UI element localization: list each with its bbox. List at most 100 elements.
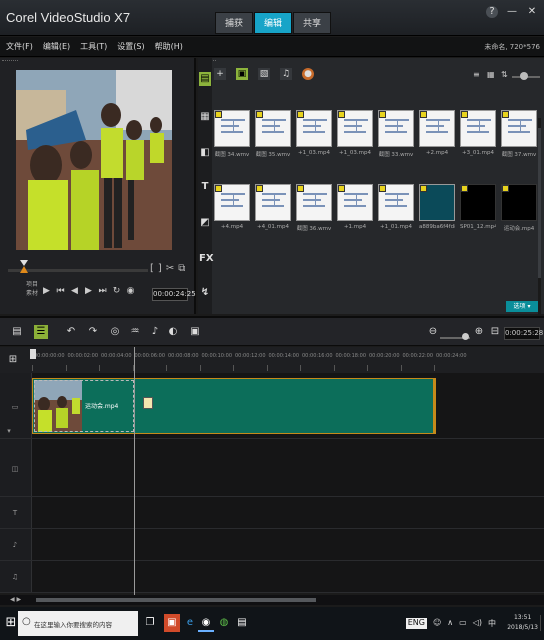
instant-project-icon[interactable]: ▦ — [199, 110, 211, 124]
close-button[interactable]: ✕ — [526, 6, 538, 18]
volume-icon[interactable]: ◉ — [126, 286, 135, 297]
app-office-icon[interactable]: ▣ — [164, 614, 180, 632]
volume-tray-icon[interactable]: ◁) — [473, 618, 482, 629]
music-track[interactable]: ♫ — [0, 561, 544, 593]
media-thumbnail[interactable]: SP01_12.mp4 — [460, 184, 496, 230]
zoom-in-icon[interactable]: ⊕ — [472, 325, 486, 339]
media-thumbnail[interactable]: +1_03.mp4 — [296, 110, 332, 156]
panel-grip[interactable] — [2, 60, 18, 62]
voice-track[interactable]: ♪ — [0, 529, 544, 561]
media-thumbnail[interactable]: +1.mp4 — [337, 184, 373, 230]
tab-share[interactable]: 共享 — [293, 12, 331, 34]
timeline-scroll-arrows[interactable]: ◀ ▶ — [10, 596, 21, 603]
windows-start-icon[interactable]: ⊞ — [4, 616, 18, 630]
voice-track-icon[interactable]: ♪ — [8, 539, 22, 551]
add-folder-icon[interactable]: + — [214, 68, 226, 80]
taskbar-search-input[interactable]: ○ 在这里输入你要搜索的内容 — [18, 611, 138, 636]
media-thumbnail[interactable]: 截图 33.wmv — [378, 110, 414, 158]
media-thumbnail[interactable]: 运动会.mp4 — [501, 184, 537, 232]
repeat-icon[interactable]: ↻ — [112, 286, 121, 297]
minimize-button[interactable]: — — [506, 6, 518, 18]
filter-fx-icon[interactable]: FX — [199, 252, 214, 266]
show-desktop-button[interactable] — [540, 615, 544, 631]
media-thumbnail[interactable]: +1_03.mp4 — [337, 110, 373, 156]
fit-project-icon[interactable]: ⊟ — [488, 325, 502, 339]
overlay-track[interactable]: ◫ — [0, 439, 544, 497]
language-indicator[interactable]: ENG — [405, 618, 427, 629]
graphic-icon[interactable]: ◩ — [199, 216, 211, 230]
media-thumbnail[interactable]: 截图 36.wmv — [296, 184, 332, 232]
media-thumbnail[interactable]: a889ba6f4fd8c9 — [419, 184, 455, 230]
overlay-track-icon[interactable]: ◫ — [8, 463, 22, 475]
show-photo-icon[interactable]: ▧ — [258, 68, 270, 80]
tab-capture[interactable]: 捕获 — [215, 12, 253, 34]
video-clip[interactable]: 运动会.mp4 — [32, 378, 436, 434]
to-start-icon[interactable]: ⏮ — [56, 286, 65, 297]
options-button[interactable]: 选项 ▾ — [506, 301, 538, 312]
help-icon[interactable]: ? — [486, 6, 498, 18]
undo-icon[interactable]: ↶ — [64, 325, 78, 339]
motion-track-icon[interactable]: ◐ — [166, 325, 180, 339]
scrubber-handle-icon[interactable] — [19, 260, 29, 274]
timeline-view-icon[interactable]: ☰ — [34, 325, 48, 339]
ime-icon[interactable]: 中 — [488, 618, 496, 629]
library-scrollbar[interactable] — [538, 118, 541, 318]
media-thumbnail[interactable]: +1_01.mp4 — [378, 184, 414, 230]
list-view-icon[interactable]: ≡ — [473, 70, 482, 79]
menu-help[interactable]: 帮助(H) — [155, 41, 183, 52]
redo-icon[interactable]: ↷ — [86, 325, 100, 339]
scrubber-track[interactable] — [8, 269, 148, 272]
thumbnail-size-slider[interactable] — [512, 72, 540, 80]
edge-browser-icon[interactable]: e — [182, 614, 198, 632]
media-thumbnail[interactable]: +3_01.mp4 — [460, 110, 496, 156]
media-thumbnail[interactable]: 截图 35.wmv — [255, 110, 291, 158]
play-icon[interactable]: ▶ — [42, 286, 51, 297]
zoom-slider[interactable] — [440, 333, 470, 340]
transition-icon[interactable]: ◧ — [199, 146, 211, 160]
timeline-scroll-thumb[interactable] — [36, 598, 316, 602]
sort-icon[interactable]: ⇅ — [501, 70, 510, 79]
network-icon[interactable]: ▭ — [459, 618, 467, 629]
app-player-icon[interactable]: ▤ — [234, 614, 250, 632]
enlarge-icon[interactable]: ⧉ — [178, 263, 185, 274]
show-video-icon[interactable]: ▣ — [236, 68, 248, 80]
media-thumbnail[interactable]: +2.mp4 — [419, 110, 455, 156]
zoom-out-icon[interactable]: ⊖ — [426, 325, 440, 339]
music-track-icon[interactable]: ♫ — [8, 571, 22, 583]
media-icon[interactable]: ▤ — [199, 72, 211, 86]
menu-edit[interactable]: 编辑(E) — [43, 41, 70, 52]
preview-window[interactable] — [16, 70, 172, 250]
playhead-line[interactable] — [134, 347, 135, 603]
title-track[interactable]: T — [0, 497, 544, 529]
media-thumbnail[interactable]: 截图 34.wmv — [214, 110, 250, 158]
videostudio-taskbar-icon[interactable]: ◉ — [198, 614, 214, 632]
prev-frame-icon[interactable]: ◀ — [70, 286, 79, 297]
title-icon[interactable]: T — [199, 180, 211, 194]
mark-out-icon[interactable]: ] — [158, 263, 162, 274]
sound-mixer-icon[interactable]: ♒ — [128, 325, 142, 339]
split-icon[interactable]: ✂ — [166, 263, 174, 274]
browse-icon[interactable]: ● — [302, 68, 314, 80]
playhead-handle[interactable] — [30, 349, 36, 359]
task-view-icon[interactable]: ❐ — [142, 614, 158, 632]
person-icon[interactable]: ☺ — [433, 618, 441, 629]
video-track-icon[interactable]: ▭ — [8, 401, 22, 413]
auto-music-icon[interactable]: ♪ — [148, 325, 162, 339]
to-end-icon[interactable]: ⏭ — [98, 286, 107, 297]
next-frame-icon[interactable]: ▶ — [84, 286, 93, 297]
show-audio-icon[interactable]: ♫ — [280, 68, 292, 80]
timeline-ruler[interactable]: ⊞ 00:00:00:00 00:00:02:00 00:00:04:00 00:00… — [0, 347, 544, 373]
menu-settings[interactable]: 设置(S) — [117, 41, 144, 52]
timecode-display[interactable]: 00:00:24:25 — [152, 288, 196, 301]
media-thumbnail[interactable]: 截图 37.wmv — [501, 110, 537, 158]
path-icon[interactable]: ↯ — [199, 286, 211, 300]
menu-tools[interactable]: 工具(T) — [80, 41, 107, 52]
track-manager-icon[interactable]: ⊞ — [6, 353, 20, 367]
menu-file[interactable]: 文件(F) — [6, 41, 33, 52]
taskbar-clock[interactable]: 13:51 2018/5/13 — [507, 613, 538, 633]
tab-edit[interactable]: 编辑 — [254, 12, 292, 34]
clip-mode-label[interactable]: 素材 — [26, 289, 38, 298]
title-track-icon[interactable]: T — [8, 507, 22, 519]
up-arrow-icon[interactable]: ∧ — [447, 618, 453, 629]
record-capture-icon[interactable]: ◎ — [108, 325, 122, 339]
